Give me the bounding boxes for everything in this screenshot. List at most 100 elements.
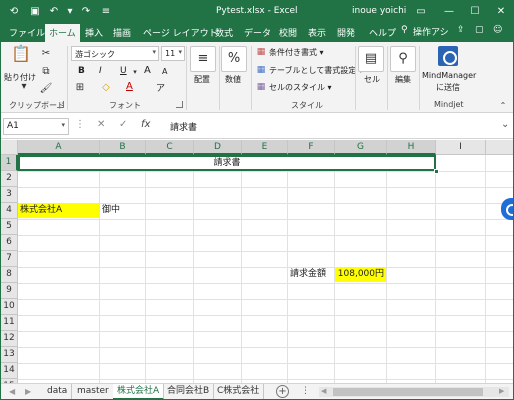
mindmanager-icon[interactable] bbox=[438, 46, 458, 66]
collapse-ribbon-icon[interactable]: ⌃ bbox=[497, 100, 509, 112]
autosave-icon[interactable]: ⟲ bbox=[7, 5, 21, 19]
clipboard-launcher-icon[interactable] bbox=[57, 101, 64, 108]
row-header-14[interactable]: 14 bbox=[1, 363, 18, 379]
cancel-icon[interactable]: ✕ bbox=[97, 119, 105, 130]
cut-icon[interactable]: ✂ bbox=[39, 48, 53, 60]
row-header-13[interactable]: 13 bbox=[1, 347, 18, 363]
feedback-icon[interactable]: ☺ bbox=[493, 25, 502, 35]
tab-review[interactable]: 校閲 bbox=[279, 26, 297, 39]
column-header-g[interactable]: G bbox=[335, 140, 387, 155]
tab-insert[interactable]: 挿入 bbox=[85, 26, 103, 39]
redo-icon[interactable]: ↷ bbox=[79, 5, 93, 19]
sheet-tab-godo-b[interactable]: 合同会社B bbox=[163, 384, 215, 399]
row-header-10[interactable]: 10 bbox=[1, 299, 18, 315]
undo-icon[interactable]: ↶ bbox=[47, 5, 61, 19]
row-header-12[interactable]: 12 bbox=[1, 331, 18, 347]
column-header-i[interactable]: I bbox=[436, 140, 486, 155]
tab-view[interactable]: 表示 bbox=[308, 26, 326, 39]
format-as-table-button[interactable]: テーブルとして書式設定 ▾ bbox=[269, 65, 363, 76]
prev-sheet-icon[interactable]: ◀ bbox=[9, 387, 15, 396]
add-sheet-icon[interactable]: + bbox=[276, 385, 289, 398]
row-header-11[interactable]: 11 bbox=[1, 315, 18, 331]
row-header-9[interactable]: 9 bbox=[1, 283, 18, 299]
name-box[interactable]: A1 ▾ bbox=[3, 118, 69, 135]
sheet-tab-kabushiki-a[interactable]: 株式会社A bbox=[113, 384, 165, 399]
tab-developer[interactable]: 開発 bbox=[337, 26, 355, 39]
tab-page-layout[interactable]: ページ レイアウト bbox=[143, 26, 218, 39]
insert-function-icon[interactable]: fx bbox=[141, 119, 150, 130]
phonetic-button[interactable]: ア bbox=[156, 81, 165, 94]
save-icon[interactable]: ▣ bbox=[28, 5, 42, 19]
font-size-select[interactable]: 11 ▾ bbox=[161, 46, 185, 61]
share-icon[interactable]: ⇪ bbox=[457, 25, 465, 35]
sheet-tab-data[interactable]: data bbox=[43, 384, 73, 399]
sheet-tab-master[interactable]: master bbox=[73, 384, 114, 399]
ribbon-display-icon[interactable]: ▭ bbox=[409, 1, 433, 23]
shrink-font-button[interactable]: A bbox=[162, 67, 167, 76]
format-painter-icon[interactable]: 🖌 bbox=[39, 83, 53, 95]
underline-button[interactable]: U bbox=[120, 66, 127, 76]
column-header-b[interactable]: B bbox=[100, 140, 146, 155]
tell-me-box[interactable]: 操作アシ bbox=[413, 25, 449, 38]
expand-formula-icon[interactable]: ⌄ bbox=[501, 119, 509, 130]
addin-side-icon[interactable] bbox=[501, 198, 513, 220]
row-header-4[interactable]: 4 bbox=[1, 203, 18, 219]
more-options-icon[interactable]: ⋮ bbox=[301, 386, 310, 396]
font-launcher-icon[interactable] bbox=[176, 101, 183, 108]
tab-formulas[interactable]: 数式 bbox=[215, 26, 233, 39]
enter-icon[interactable]: ✓ bbox=[119, 119, 127, 130]
tab-help[interactable]: ヘルプ bbox=[369, 26, 396, 39]
grow-font-button[interactable]: A bbox=[144, 65, 151, 76]
row-header-6[interactable]: 6 bbox=[1, 235, 18, 251]
bold-button[interactable]: B bbox=[78, 66, 85, 76]
customize-qat-icon[interactable]: ≡ bbox=[99, 5, 113, 19]
scroll-thumb[interactable] bbox=[333, 388, 483, 396]
close-icon[interactable]: ✕ bbox=[489, 1, 513, 23]
fill-handle[interactable] bbox=[434, 169, 439, 174]
copy-icon[interactable]: ⧉ bbox=[39, 66, 53, 78]
sheet-tab-c-kabushiki[interactable]: C株式会社 bbox=[213, 384, 265, 399]
cell-f8[interactable]: 請求金額 bbox=[288, 267, 334, 282]
cell-b4[interactable]: 御中 bbox=[100, 203, 145, 218]
cells-button[interactable]: ▤ bbox=[358, 46, 384, 72]
editing-button[interactable]: ⚲ bbox=[390, 46, 416, 72]
minimize-icon[interactable]: — bbox=[437, 1, 461, 23]
maximize-icon[interactable]: ☐ bbox=[463, 1, 487, 23]
number-format-button[interactable]: % bbox=[221, 46, 247, 72]
border-icon[interactable]: ⊞ bbox=[73, 82, 87, 94]
next-sheet-icon[interactable]: ▶ bbox=[25, 387, 31, 396]
font-name-select[interactable]: 游ゴシック ▾ bbox=[71, 46, 159, 61]
row-header-8[interactable]: 8 bbox=[1, 267, 18, 283]
tab-draw[interactable]: 描画 bbox=[113, 26, 131, 39]
column-header-j[interactable] bbox=[486, 140, 513, 155]
scroll-left-icon[interactable]: ◀ bbox=[321, 387, 326, 395]
mindmanager-button[interactable]: MindManager bbox=[422, 71, 476, 80]
worksheet-grid[interactable]: A B C D E F G H I 1 2 3 4 5 6 7 8 9 10 1… bbox=[1, 140, 513, 383]
row-header-1[interactable]: 1 bbox=[1, 155, 18, 171]
user-name[interactable]: inoue yoichi bbox=[352, 6, 406, 16]
undo-dropdown-icon[interactable]: ▾ bbox=[63, 5, 77, 19]
formula-input[interactable]: 請求書 bbox=[163, 118, 511, 135]
tab-data[interactable]: データ bbox=[244, 26, 271, 39]
paste-icon[interactable]: 📋 bbox=[11, 46, 31, 62]
tab-file[interactable]: ファイル bbox=[9, 26, 45, 39]
column-header-h[interactable]: H bbox=[387, 140, 436, 155]
font-color-button[interactable]: A bbox=[126, 81, 133, 92]
cell-a4[interactable]: 株式会社A bbox=[18, 203, 99, 218]
column-header-f[interactable]: F bbox=[288, 140, 335, 155]
row-header-2[interactable]: 2 bbox=[1, 171, 18, 187]
cell-a1-merged[interactable]: 請求書 bbox=[18, 155, 436, 171]
column-header-a[interactable]: A bbox=[18, 140, 100, 155]
row-header-7[interactable]: 7 bbox=[1, 251, 18, 267]
italic-button[interactable]: I bbox=[99, 66, 102, 76]
column-header-d[interactable]: D bbox=[194, 140, 242, 155]
column-header-e[interactable]: E bbox=[242, 140, 288, 155]
horizontal-scrollbar[interactable]: ◀ ▶ bbox=[319, 387, 509, 397]
fill-color-icon[interactable]: ◇ bbox=[99, 82, 113, 94]
cell-styles-button[interactable]: セルのスタイル ▾ bbox=[269, 82, 332, 93]
comments-icon[interactable]: ▢ bbox=[475, 25, 484, 35]
paste-dropdown-icon[interactable]: ▾ bbox=[9, 81, 39, 93]
row-header-5[interactable]: 5 bbox=[1, 219, 18, 235]
scroll-right-icon[interactable]: ▶ bbox=[499, 387, 504, 395]
select-all-corner[interactable] bbox=[1, 140, 18, 155]
